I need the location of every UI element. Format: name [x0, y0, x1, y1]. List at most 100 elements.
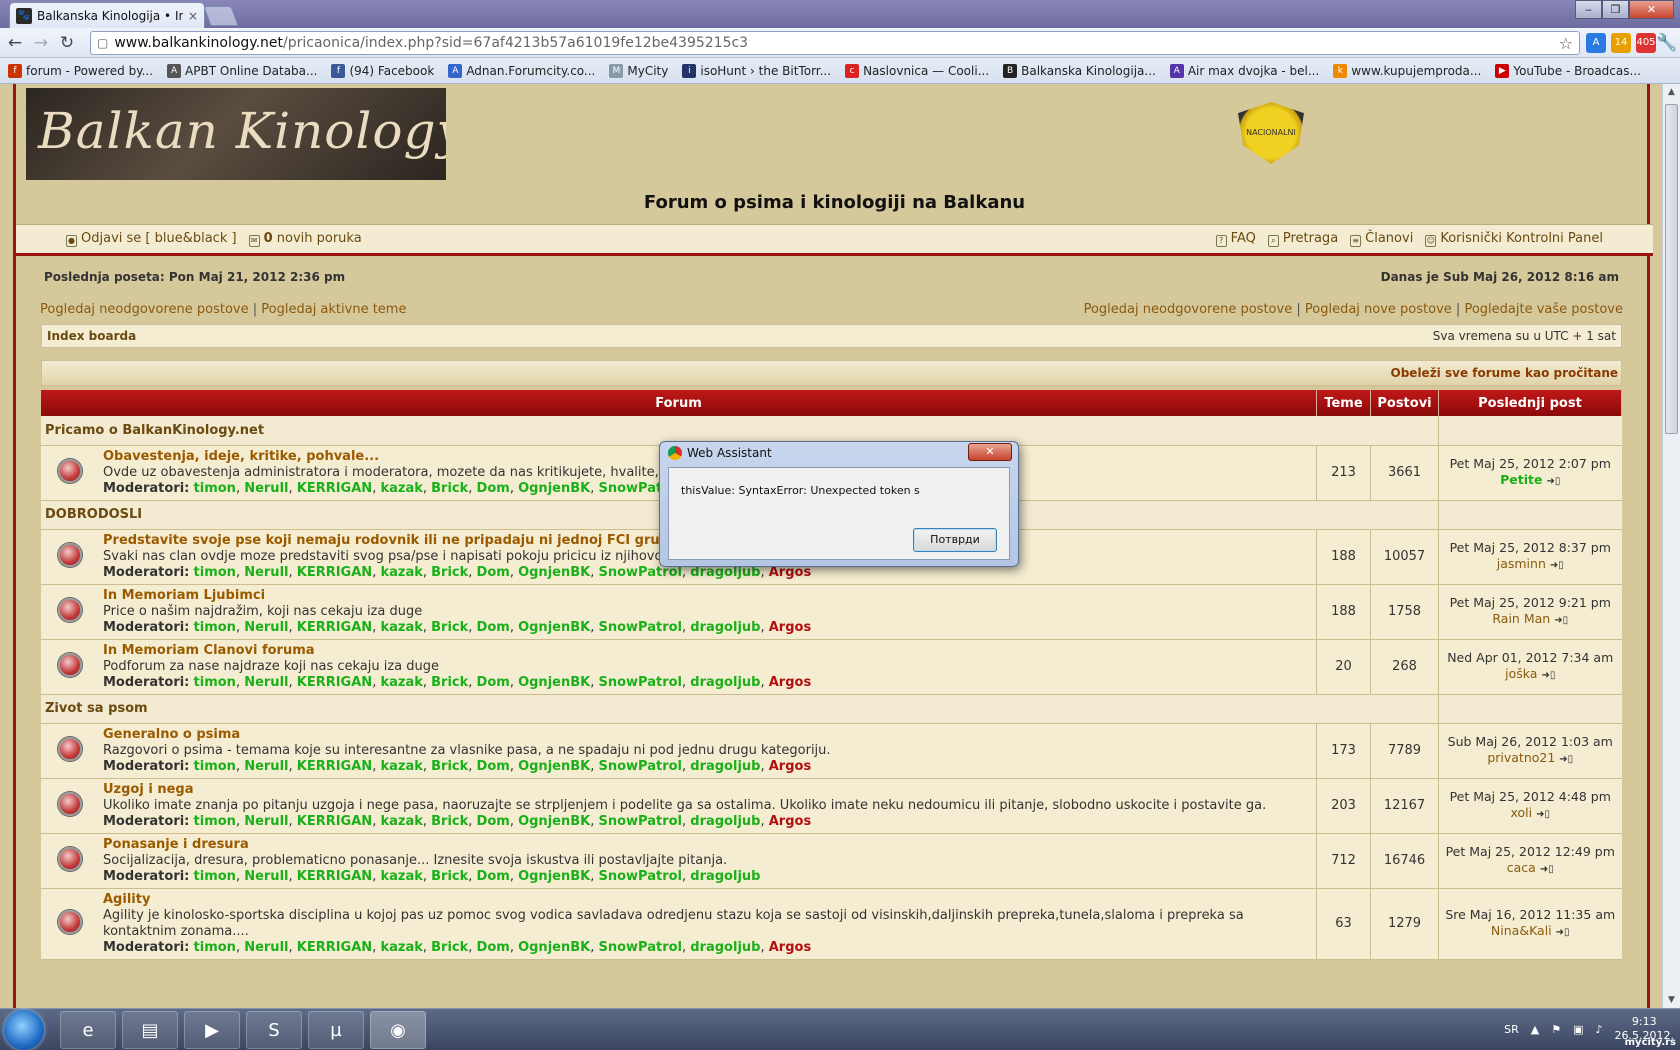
last-post-user[interactable]: privatno21	[1487, 750, 1555, 765]
bookmark-item[interactable]: k www.kupujemproda...	[1333, 63, 1481, 78]
forum-title-link[interactable]: Generalno o psima	[103, 727, 1312, 743]
moderator-link[interactable]: Nerull	[244, 814, 288, 829]
moderator-link[interactable]: SnowPatrol	[598, 940, 682, 955]
moderator-link[interactable]: dragoljub	[690, 940, 760, 955]
back-arrow-icon[interactable]: ←	[4, 32, 26, 54]
reload-icon[interactable]: ↻	[56, 32, 78, 54]
goto-last-post-icon[interactable]: ➜▯	[1541, 668, 1555, 684]
moderator-link[interactable]: Brick	[431, 814, 468, 829]
forum-title-link[interactable]: Agility	[103, 892, 1312, 908]
moderator-link[interactable]: dragoljub	[690, 675, 760, 690]
moderator-link[interactable]: timon	[194, 620, 236, 635]
gmail-extension-icon[interactable]: 405	[1636, 33, 1656, 53]
ie-icon[interactable]: e	[60, 1011, 116, 1049]
bookmark-item[interactable]: i isoHunt › the BitTorr...	[682, 63, 831, 78]
moderator-link[interactable]: Brick	[431, 675, 468, 690]
bookmark-item[interactable]: A APBT Online Databa...	[167, 63, 317, 78]
bookmark-item[interactable]: c Naslovnica — Cooli...	[845, 63, 989, 78]
messages-link[interactable]: ✉ 0 novih poruka	[248, 231, 362, 247]
members-link[interactable]: ≡ Članovi	[1350, 231, 1413, 247]
moderator-link[interactable]: SnowPatrol	[598, 869, 682, 884]
moderator-link[interactable]: timon	[194, 675, 236, 690]
moderator-link[interactable]: Brick	[431, 620, 468, 635]
moderator-link[interactable]: Nerull	[244, 759, 288, 774]
bookmark-item[interactable]: A Air max dvojka - bel...	[1169, 63, 1319, 78]
scroll-up-icon[interactable]: ▲	[1663, 84, 1680, 100]
moderator-link[interactable]: Argos	[769, 759, 811, 774]
unanswered-link-right[interactable]: Pogledaj neodgovorene postove	[1084, 302, 1293, 317]
moderator-link[interactable]: kazak	[380, 565, 422, 580]
moderator-link[interactable]: SnowPatrol	[598, 814, 682, 829]
last-post-user[interactable]: xoli	[1511, 805, 1533, 820]
goto-last-post-icon[interactable]: ➜▯	[1540, 862, 1554, 878]
start-button[interactable]	[4, 1010, 44, 1050]
bookmark-item[interactable]: M MyCity	[609, 63, 668, 78]
moderator-link[interactable]: kazak	[380, 481, 422, 496]
network-icon[interactable]: ▣	[1573, 1023, 1583, 1036]
new-tab-button[interactable]	[203, 6, 239, 26]
media-player-icon[interactable]: ▶	[184, 1011, 240, 1049]
flag-icon[interactable]: ⚑	[1551, 1023, 1561, 1036]
bookmark-item[interactable]: A Adnan.Forumcity.co...	[448, 63, 595, 78]
explorer-folder-icon[interactable]: ▤	[122, 1011, 178, 1049]
last-post-user[interactable]: Nina&Kali	[1491, 923, 1552, 938]
moderator-link[interactable]: Brick	[431, 869, 468, 884]
forum-title-link[interactable]: Uzgoj i nega	[103, 782, 1312, 798]
goto-last-post-icon[interactable]: ➜▯	[1556, 925, 1570, 941]
goto-last-post-icon[interactable]: ➜▯	[1559, 752, 1573, 768]
moderator-link[interactable]: KERRIGAN	[297, 940, 372, 955]
moderator-link[interactable]: Dom	[477, 940, 510, 955]
utorrent-icon[interactable]: µ	[308, 1011, 364, 1049]
moderator-link[interactable]: kazak	[380, 940, 422, 955]
moderator-link[interactable]: OgnjenBK	[518, 869, 590, 884]
moderator-link[interactable]: KERRIGAN	[297, 759, 372, 774]
moderator-link[interactable]: Nerull	[244, 940, 288, 955]
moderator-link[interactable]: OgnjenBK	[518, 675, 590, 690]
mark-read-link[interactable]: Obeleži sve forume kao pročitane	[1391, 366, 1618, 380]
moderator-link[interactable]: Brick	[431, 940, 468, 955]
moderator-link[interactable]: Nerull	[244, 481, 288, 496]
goto-last-post-icon[interactable]: ➜▯	[1546, 474, 1560, 490]
moderator-link[interactable]: Nerull	[244, 565, 288, 580]
moderator-link[interactable]: SnowPatrol	[598, 675, 682, 690]
moderator-link[interactable]: timon	[194, 481, 236, 496]
last-post-user[interactable]: Rain Man	[1492, 611, 1550, 626]
moderator-link[interactable]: OgnjenBK	[518, 940, 590, 955]
bookmark-item[interactable]: f forum - Powered by...	[8, 63, 153, 78]
moderator-link[interactable]: Dom	[477, 481, 510, 496]
logout-link[interactable]: ● Odjavi se [ blue&black ]	[66, 231, 237, 247]
moderator-link[interactable]: kazak	[380, 675, 422, 690]
moderator-link[interactable]: Dom	[477, 814, 510, 829]
scroll-thumb[interactable]	[1665, 104, 1678, 434]
moderator-link[interactable]: timon	[194, 940, 236, 955]
moderator-link[interactable]: timon	[194, 565, 236, 580]
page-scrollbar[interactable]: ▲ ▼	[1662, 84, 1680, 1008]
moderator-link[interactable]: Brick	[431, 565, 468, 580]
moderator-link[interactable]: timon	[194, 759, 236, 774]
tab-close-icon[interactable]: ×	[188, 9, 198, 23]
moderator-link[interactable]: kazak	[380, 759, 422, 774]
chrome-taskbar-icon[interactable]: ◉	[370, 1011, 426, 1049]
moderator-link[interactable]: dragoljub	[690, 759, 760, 774]
moderator-link[interactable]: Brick	[431, 759, 468, 774]
dialog-close-button[interactable]: ✕	[968, 443, 1012, 461]
last-post-user[interactable]: caca	[1507, 860, 1536, 875]
last-post-user[interactable]: jasminn	[1497, 556, 1546, 571]
last-post-user[interactable]: Petite	[1500, 472, 1542, 487]
faq-link[interactable]: ? FAQ	[1215, 231, 1256, 247]
goto-last-post-icon[interactable]: ➜▯	[1550, 558, 1564, 574]
moderator-link[interactable]: Argos	[769, 675, 811, 690]
breadcrumb-index-link[interactable]: Index boarda	[47, 329, 136, 343]
moderator-link[interactable]: KERRIGAN	[297, 675, 372, 690]
forum-title-link[interactable]: In Memoriam Clanovi foruma	[103, 643, 1312, 659]
moderator-link[interactable]: Nerull	[244, 675, 288, 690]
restore-button[interactable]: ❐	[1602, 0, 1629, 19]
moderator-link[interactable]: Nerull	[244, 869, 288, 884]
dialog-ok-button[interactable]: Потврди	[913, 528, 997, 552]
moderator-link[interactable]: KERRIGAN	[297, 869, 372, 884]
moderator-link[interactable]: timon	[194, 814, 236, 829]
search-link[interactable]: ⌕ Pretraga	[1267, 231, 1338, 247]
moderator-link[interactable]: timon	[194, 869, 236, 884]
moderator-link[interactable]: KERRIGAN	[297, 620, 372, 635]
moderator-link[interactable]: Argos	[769, 620, 811, 635]
